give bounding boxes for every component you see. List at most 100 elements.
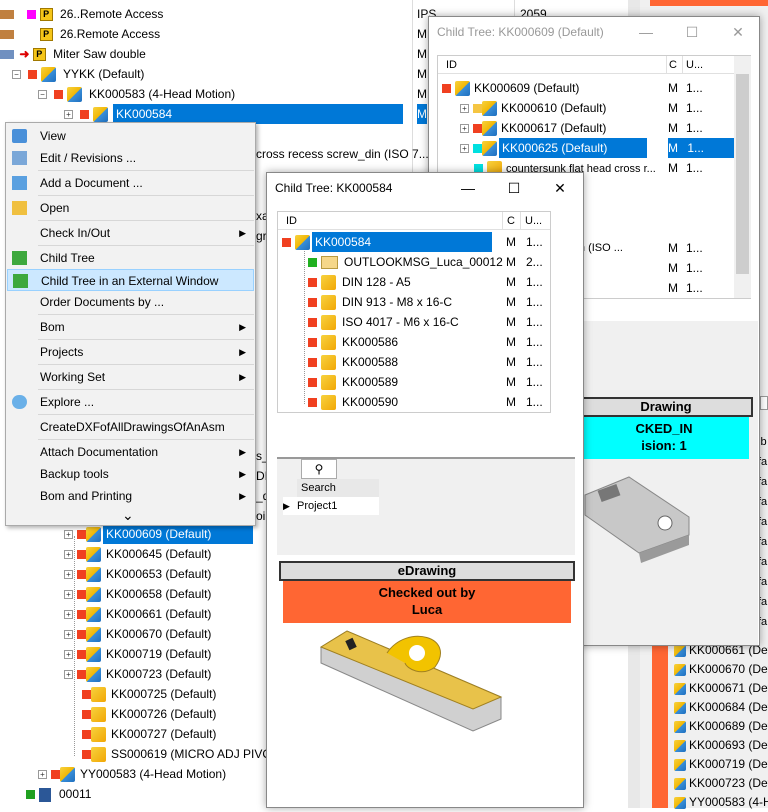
tree-row[interactable]: KK000725 (Default) — [78, 684, 216, 704]
expand-icon[interactable]: + — [64, 570, 73, 580]
close-button[interactable]: ✕ — [715, 17, 761, 47]
more-items-chevron-icon[interactable]: ⌄ — [122, 507, 134, 524]
expand-icon[interactable]: + — [460, 124, 469, 134]
list-item[interactable]: KK000671 (Def — [674, 678, 768, 698]
project-row[interactable]: ▶ Project1 — [283, 497, 379, 515]
menu-item-bom-and-printing[interactable]: Bom and Printing ▶ — [7, 485, 254, 507]
tree-row[interactable]: DIN 128 - A5 — [308, 272, 411, 292]
tree-row[interactable]: KK000588 — [308, 352, 398, 372]
tree-row-label: KK000609 (Default) — [474, 81, 580, 95]
binoculars-icon[interactable]: ⚲ — [301, 459, 337, 479]
expand-icon[interactable]: + — [64, 110, 73, 120]
expand-icon[interactable]: + — [64, 610, 73, 620]
tree-row[interactable]: KK000590 — [308, 392, 398, 412]
expand-icon[interactable]: + — [64, 530, 73, 540]
expand-icon[interactable]: + — [64, 590, 73, 600]
maximize-button[interactable]: ☐ — [491, 173, 537, 203]
list-item[interactable]: KK000719 (Def — [674, 754, 768, 774]
tree-row[interactable]: + KK000658 (Default) — [64, 584, 211, 604]
tree-row[interactable]: DIN 913 - M8 x 16-C — [308, 292, 452, 312]
tree-row[interactable]: ISO 4017 - M6 x 16-C — [308, 312, 459, 332]
list-item[interactable]: KK000670 (Def — [674, 659, 768, 679]
menu-item-projects[interactable]: Projects ▶ — [7, 341, 254, 363]
menu-item-child-tree-external[interactable]: Child Tree in an External Window — [7, 269, 254, 291]
tree-row-label: SS000619 (MICRO ADJ PIVOT — [111, 747, 280, 761]
minimize-button[interactable]: — — [623, 17, 669, 47]
tree-row[interactable]: SS000619 (MICRO ADJ PIVOT — [78, 744, 279, 764]
list-item[interactable]: YY000583 (4-H — [674, 792, 768, 812]
p-badge-icon: P — [32, 48, 46, 62]
tree-row[interactable]: + KK000719 (Default) — [64, 644, 211, 664]
tree-row[interactable]: ➜ P Miter Saw double — [0, 44, 146, 64]
tree-row[interactable]: + KK000723 (Default) — [64, 664, 211, 684]
expand-icon[interactable]: + — [38, 770, 47, 780]
status-square-icon — [473, 104, 482, 114]
tree-row[interactable]: − YYKK (Default) — [12, 64, 144, 84]
tree-row[interactable]: KK000609 (Default) — [442, 78, 579, 98]
tree-row[interactable]: OUTLOOKMSG_Luca_00012 — [308, 252, 503, 272]
tree-row[interactable]: 00011 — [26, 784, 91, 804]
menu-item-backup-tools[interactable]: Backup tools ▶ — [7, 463, 254, 485]
scrollbar-thumb[interactable] — [736, 74, 749, 274]
menu-item-order-documents[interactable]: Order Documents by ... — [7, 291, 254, 313]
expand-icon[interactable]: + — [64, 670, 73, 680]
tree-row[interactable]: + YY000583 (4-Head Motion) — [38, 764, 226, 784]
menu-item-attach-documentation[interactable]: Attach Documentation ▶ — [7, 441, 254, 463]
expand-icon[interactable]: + — [460, 104, 469, 114]
tree-row[interactable]: + KK000670 (Default) — [64, 624, 211, 644]
expand-icon[interactable]: + — [64, 650, 73, 660]
assembly-icon — [86, 527, 101, 543]
list-item[interactable]: KK000684 (Def — [674, 697, 768, 717]
tree-row[interactable]: KK000589 — [308, 372, 398, 392]
cell: 1... — [686, 281, 703, 295]
tree-row-selected[interactable]: + KK000609 (Default) — [64, 524, 253, 544]
tree-row[interactable]: KK000586 — [308, 332, 398, 352]
menu-item-open[interactable]: Open — [7, 197, 254, 219]
tree-row[interactable]: + KK000617 (Default) — [460, 118, 606, 138]
tree-row[interactable]: P 26..Remote Access — [0, 4, 163, 24]
collapse-icon[interactable]: − — [38, 90, 47, 100]
close-button[interactable]: ✕ — [537, 173, 583, 203]
menu-item-working-set[interactable]: Working Set ▶ — [7, 366, 254, 388]
menu-item-child-tree[interactable]: Child Tree — [7, 247, 254, 269]
cell: M 1... — [668, 138, 734, 158]
menu-item-edit-revisions[interactable]: Edit / Revisions ... — [7, 147, 254, 169]
menu-item-create-dxf[interactable]: CreateDXFofAllDrawingsOfAnAsm — [7, 416, 254, 438]
tree-row[interactable]: P 26.Remote Access — [0, 24, 160, 44]
tree-row[interactable]: − KK000583 (4-Head Motion) — [38, 84, 235, 104]
tree-row-label: KK000658 (Default) — [106, 587, 212, 601]
tree-view[interactable]: ID C U... KK000584 OUTLOOKMSG_Luca_00012… — [277, 211, 551, 413]
menu-item-bom[interactable]: Bom ▶ — [7, 316, 254, 338]
column-header-c[interactable]: C — [666, 56, 682, 74]
tree-row[interactable]: KK000726 (Default) — [78, 704, 216, 724]
list-item[interactable]: KK000693 (Def — [674, 735, 768, 755]
tree-row[interactable]: + KK000661 (Default) — [64, 604, 211, 624]
expand-icon[interactable]: + — [64, 630, 73, 640]
child-tree-window-front[interactable]: Child Tree: KK000584 — ☐ ✕ ID C U... KK0… — [266, 172, 584, 808]
menu-item-check-in-out[interactable]: Check In/Out ▶ — [7, 222, 254, 244]
list-item[interactable]: KK000723 (Def — [674, 773, 768, 793]
tree-row-selected[interactable]: + KK000625 (Default) — [460, 138, 647, 158]
column-header-c[interactable]: C — [502, 212, 520, 230]
tree-row-selected[interactable]: + KK000584 — [64, 104, 404, 124]
column-header-id[interactable]: ID — [438, 56, 666, 74]
tree-row[interactable]: + KK000653 (Default) — [64, 564, 211, 584]
column-header-u[interactable]: U... — [682, 56, 734, 74]
tree-row[interactable]: + KK000610 (Default) — [460, 98, 606, 118]
menu-item-view[interactable]: View — [7, 125, 254, 147]
tree-row-selected[interactable]: KK000584 — [282, 232, 492, 252]
maximize-button[interactable]: ☐ — [669, 17, 715, 47]
minimize-button[interactable]: — — [445, 173, 491, 203]
menu-item-add-document[interactable]: Add a Document ... — [7, 172, 254, 194]
menu-item-explore[interactable]: Explore ... — [7, 391, 254, 413]
vertical-scrollbar[interactable] — [734, 56, 751, 298]
column-header-u[interactable]: U... — [520, 212, 550, 230]
expand-icon[interactable]: + — [64, 550, 73, 560]
tree-row[interactable]: KK000727 (Default) — [78, 724, 216, 744]
collapse-icon[interactable]: − — [12, 70, 21, 80]
list-item[interactable]: KK000689 (Def — [674, 716, 768, 736]
column-header-id[interactable]: ID — [278, 212, 502, 230]
expand-icon[interactable]: + — [460, 144, 469, 154]
tree-row[interactable]: + KK000645 (Default) — [64, 544, 211, 564]
status-square-icon — [308, 358, 317, 368]
